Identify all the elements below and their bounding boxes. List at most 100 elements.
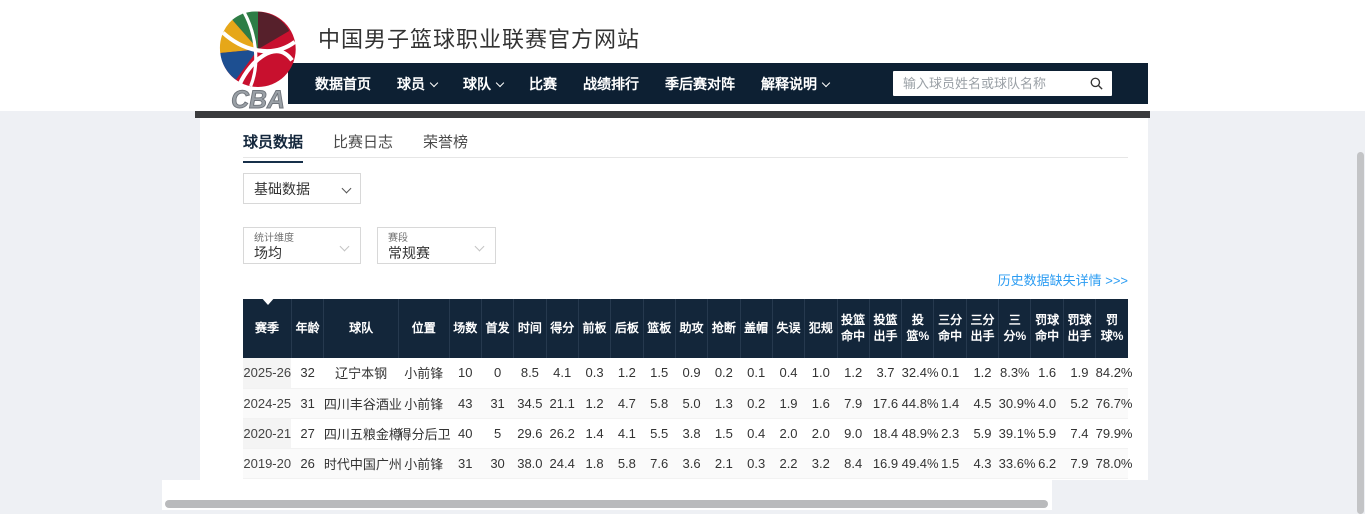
table-column-header[interactable]: 抢断 xyxy=(708,299,740,358)
nav-item-players[interactable]: 球员 xyxy=(384,74,450,94)
table-column-header[interactable]: 三分命中 xyxy=(934,299,966,358)
table-cell: 43 xyxy=(449,388,481,418)
table-column-header[interactable]: 年龄 xyxy=(291,299,323,358)
table-cell: 17.6 xyxy=(869,388,901,418)
table-cell: 1.2 xyxy=(966,358,998,388)
table-column-header[interactable]: 罚球出手 xyxy=(1063,299,1095,358)
svg-text:CBA: CBA xyxy=(231,87,285,110)
table-column-header[interactable]: 失误 xyxy=(772,299,804,358)
table-cell: 4.5 xyxy=(966,388,998,418)
tab-player-data[interactable]: 球员数据 xyxy=(243,131,303,163)
table-cell: 32 xyxy=(291,358,323,388)
table-cell: 0.4 xyxy=(772,358,804,388)
table-cell: 1.9 xyxy=(772,388,804,418)
table-cell: 30 xyxy=(481,448,513,478)
table-column-header[interactable]: 犯规 xyxy=(805,299,837,358)
basic-data-select[interactable]: 基础数据 xyxy=(243,173,361,204)
table-column-header[interactable]: 赛季 xyxy=(243,299,291,358)
table-cell: 1.5 xyxy=(708,418,740,448)
table-row: 2020-2127四川五粮金樽得分后卫40529.626.21.44.15.53… xyxy=(243,418,1128,448)
table-cell: 21.1 xyxy=(546,388,578,418)
stat-dimension-label: 统计维度 xyxy=(254,233,294,245)
nav-item-teams[interactable]: 球队 xyxy=(450,74,516,94)
nav-item-data-home[interactable]: 数据首页 xyxy=(302,74,384,94)
nav-item-games[interactable]: 比赛 xyxy=(516,74,570,94)
table-column-header[interactable]: 三分出手 xyxy=(966,299,998,358)
history-data-missing-link[interactable]: 历史数据缺失详情 >>> xyxy=(998,270,1128,289)
table-cell: 小前锋 xyxy=(399,358,450,388)
table-cell: 1.3 xyxy=(708,388,740,418)
table-cell: 四川五粮金樽 xyxy=(324,418,399,448)
stage-select[interactable]: 赛段 常规赛 xyxy=(377,227,496,264)
table-column-header[interactable]: 位置 xyxy=(399,299,450,358)
table-cell: 2.0 xyxy=(772,418,804,448)
nav-item-standings[interactable]: 战绩排行 xyxy=(570,74,652,94)
tab-honor-list[interactable]: 荣誉榜 xyxy=(423,131,468,163)
tab-game-log[interactable]: 比赛日志 xyxy=(333,131,393,163)
table-column-header[interactable]: 盖帽 xyxy=(740,299,772,358)
table-cell: 7.9 xyxy=(1063,448,1095,478)
table-cell: 四川丰谷酒业 xyxy=(324,388,399,418)
table-column-header[interactable]: 篮板 xyxy=(643,299,675,358)
table-cell: 2.0 xyxy=(805,418,837,448)
table-cell: 76.7% xyxy=(1096,388,1128,418)
table-cell: 5.8 xyxy=(643,388,675,418)
table-column-header[interactable]: 助攻 xyxy=(675,299,707,358)
table-cell: 5.0 xyxy=(675,388,707,418)
search-input[interactable] xyxy=(893,71,1112,96)
table-cell: 1.2 xyxy=(611,358,643,388)
table-cell: 49.4% xyxy=(902,448,934,478)
table-cell: 0.9 xyxy=(675,358,707,388)
table-column-header[interactable]: 时间 xyxy=(514,299,546,358)
table-cell: 18.4 xyxy=(869,418,901,448)
table-column-header[interactable]: 首发 xyxy=(481,299,513,358)
table-cell: 得分后卫 xyxy=(399,418,450,448)
table-column-header[interactable]: 球队 xyxy=(324,299,399,358)
table-cell: 5.9 xyxy=(966,418,998,448)
table-column-header[interactable]: 得分 xyxy=(546,299,578,358)
cba-logo-icon: CBA xyxy=(212,7,304,110)
table-header-row: 赛季年龄球队位置场数首发时间得分前板后板篮板助攻抢断盖帽失误犯规投篮命中投篮出手… xyxy=(243,299,1128,358)
table-cell: 3.6 xyxy=(675,448,707,478)
table-cell: 30.9% xyxy=(999,388,1031,418)
table-cell: 0.2 xyxy=(740,388,772,418)
table-cell: 2020-21 xyxy=(243,418,291,448)
table-cell: 0.4 xyxy=(740,418,772,448)
table-row: 2025-2632辽宁本钢小前锋1008.54.10.31.21.50.90.2… xyxy=(243,358,1128,388)
search-icon[interactable] xyxy=(1089,76,1104,91)
table-cell: 24.4 xyxy=(546,448,578,478)
table-column-header[interactable]: 前板 xyxy=(578,299,610,358)
table-cell: 3.8 xyxy=(675,418,707,448)
chevron-down-icon xyxy=(430,78,438,86)
vertical-scrollbar[interactable] xyxy=(1357,152,1364,514)
table-cell: 27 xyxy=(291,418,323,448)
nav-item-playoff-bracket[interactable]: 季后赛对阵 xyxy=(652,74,748,94)
table-cell: 1.2 xyxy=(837,358,869,388)
table-column-header[interactable]: 罚球% xyxy=(1096,299,1128,358)
horizontal-scrollbar[interactable] xyxy=(165,500,1048,508)
table-cell: 0.1 xyxy=(740,358,772,388)
table-column-header[interactable]: 投篮% xyxy=(902,299,934,358)
table-column-header[interactable]: 投篮命中 xyxy=(837,299,869,358)
table-cell: 38.0 xyxy=(514,448,546,478)
stage-label: 赛段 xyxy=(388,233,408,245)
table-cell: 9.0 xyxy=(837,418,869,448)
table-cell: 79.9% xyxy=(1096,418,1128,448)
table-column-header[interactable]: 投篮出手 xyxy=(869,299,901,358)
table-cell: 44.8% xyxy=(902,388,934,418)
table-cell: 3.7 xyxy=(869,358,901,388)
tab-divider xyxy=(243,157,1128,158)
table-column-header[interactable]: 场数 xyxy=(449,299,481,358)
tab-bar: 球员数据比赛日志荣誉榜 xyxy=(243,131,468,163)
table-cell: 33.6% xyxy=(999,448,1031,478)
nav-item-glossary[interactable]: 解释说明 xyxy=(748,74,842,94)
table-column-header[interactable]: 后板 xyxy=(611,299,643,358)
table-cell: 31 xyxy=(449,448,481,478)
cba-logo[interactable]: CBA xyxy=(212,7,304,104)
stat-dimension-select[interactable]: 统计维度 场均 xyxy=(243,227,361,264)
table-column-header[interactable]: 罚球命中 xyxy=(1031,299,1063,358)
table-cell: 3.2 xyxy=(805,448,837,478)
table-cell: 7.9 xyxy=(837,388,869,418)
table-cell: 4.1 xyxy=(546,358,578,388)
table-column-header[interactable]: 三分% xyxy=(999,299,1031,358)
